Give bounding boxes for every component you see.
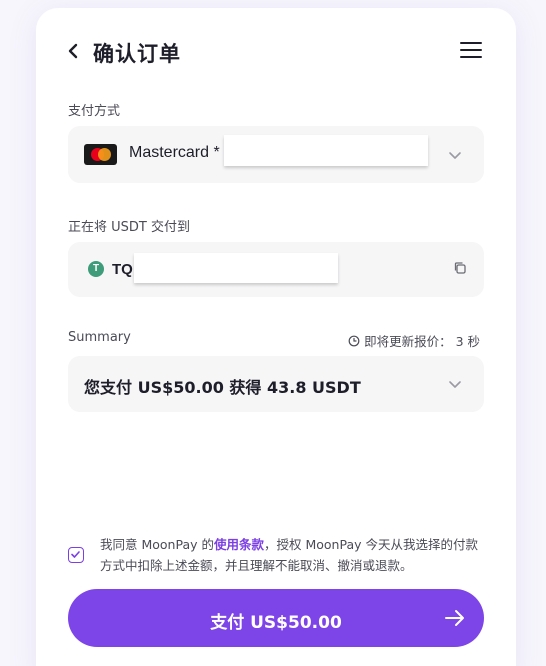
chevron-down-icon	[449, 381, 461, 388]
quote-refresh-timer: 即将更新报价： 3 秒	[348, 331, 480, 350]
menu-button[interactable]	[460, 42, 482, 60]
copy-icon[interactable]	[453, 261, 467, 275]
payment-method-select[interactable]: Mastercard *	[68, 126, 484, 183]
header: 确认订单	[36, 8, 516, 94]
consent-text-start: 我同意 MoonPay 的	[100, 537, 214, 552]
terms-of-use-link[interactable]: 使用条款	[214, 537, 264, 552]
clock-icon	[348, 335, 360, 346]
summary-dropdown[interactable]: 您支付 US$50.00 获得 43.8 USDT	[68, 356, 484, 412]
redaction-box	[224, 135, 428, 166]
payment-method-label: 支付方式	[68, 104, 121, 119]
checkout-card: 确认订单 支付方式 Mastercard * 正在将 USDT 交付到 T TQ…	[36, 8, 516, 666]
page-title: 确认订单	[93, 42, 181, 66]
usdt-icon: T	[88, 261, 104, 277]
mastercard-logo	[84, 144, 117, 165]
wallet-address-text: TQ	[112, 261, 133, 278]
pay-button[interactable]: 支付 US$50.00	[68, 589, 484, 647]
wallet-address-field: T TQ	[68, 242, 484, 297]
back-arrow-icon	[68, 43, 78, 59]
redaction-box	[134, 253, 338, 283]
summary-value: 您支付 US$50.00 获得 43.8 USDT	[84, 378, 361, 397]
menu-icon	[460, 42, 482, 44]
pay-button-label: 支付 US$50.00	[210, 613, 342, 633]
summary-label: Summary	[68, 330, 131, 345]
checkmark-icon	[71, 551, 80, 558]
chevron-down-icon	[449, 152, 461, 159]
consent-text: 我同意 MoonPay 的使用条款，授权 MoonPay 今天从我选择的付款方式…	[100, 534, 478, 576]
card-number-text: Mastercard *	[129, 144, 220, 161]
delivery-label: 正在将 USDT 交付到	[68, 220, 190, 235]
consent-checkbox[interactable]	[68, 547, 84, 563]
refresh-text: 即将更新报价： 3 秒	[364, 334, 480, 349]
back-button[interactable]	[64, 41, 84, 61]
arrow-right-icon	[445, 610, 464, 626]
